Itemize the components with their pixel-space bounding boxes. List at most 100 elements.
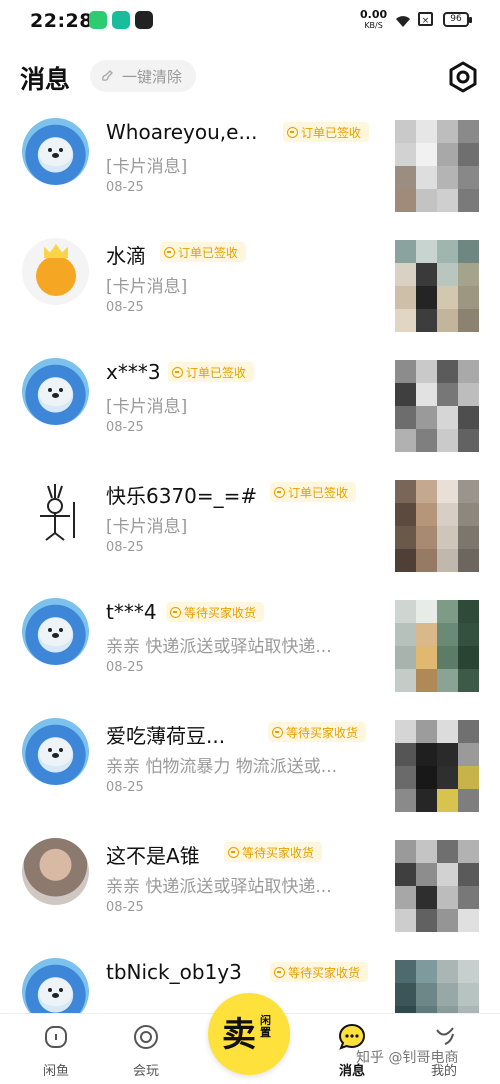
sell-button[interactable]: 卖 闲置 bbox=[208, 993, 290, 1075]
seal-avatar[interactable] bbox=[22, 598, 89, 665]
conversation-row[interactable]: 快乐6370=_=# 订单已签收 [卡片消息] 08-25 bbox=[0, 470, 500, 590]
sketch-avatar[interactable] bbox=[22, 478, 89, 545]
thumbnail-pixel bbox=[437, 286, 458, 309]
settings-icon[interactable] bbox=[446, 60, 480, 94]
wechat-notification-icon bbox=[89, 11, 107, 29]
item-thumbnail[interactable] bbox=[395, 240, 479, 332]
thumbnail-pixel bbox=[416, 669, 437, 692]
thumbnail-pixel bbox=[458, 766, 479, 789]
thumbnail-pixel bbox=[395, 286, 416, 309]
thumbnail-pixel bbox=[416, 406, 437, 429]
thumbnail-pixel bbox=[458, 166, 479, 189]
seal-avatar[interactable] bbox=[22, 118, 89, 185]
order-status-badge: 订单已签收 bbox=[270, 482, 357, 502]
contact-name: t***4 bbox=[106, 600, 157, 624]
order-status-badge: 等待买家收货 bbox=[224, 842, 323, 862]
thumbnail-pixel bbox=[395, 263, 416, 286]
thumbnail-pixel bbox=[395, 863, 416, 886]
thumbnail-pixel bbox=[437, 840, 458, 863]
thumbnail-pixel bbox=[458, 429, 479, 452]
thumbnail-pixel bbox=[437, 720, 458, 743]
thumbnail-pixel bbox=[458, 840, 479, 863]
status-icon bbox=[170, 606, 181, 618]
thumbnail-pixel bbox=[458, 720, 479, 743]
thumbnail-pixel bbox=[416, 360, 437, 383]
photo-avatar[interactable] bbox=[22, 838, 89, 905]
thumbnail-pixel bbox=[416, 120, 437, 143]
thumbnail-pixel bbox=[458, 240, 479, 263]
thumbnail-pixel bbox=[395, 503, 416, 526]
item-thumbnail[interactable] bbox=[395, 600, 479, 692]
thumbnail-pixel bbox=[395, 143, 416, 166]
tab-play[interactable]: 会玩 bbox=[106, 1022, 186, 1079]
item-thumbnail[interactable] bbox=[395, 840, 479, 932]
conversation-row[interactable]: t***4 等待买家收货 亲亲 快递派送或驿站取快递... 08-25 bbox=[0, 590, 500, 710]
conversation-row[interactable]: Whoareyou,e... 订单已签收 [卡片消息] 08-25 bbox=[0, 110, 500, 230]
thumbnail-pixel bbox=[437, 909, 458, 932]
thumbnail-pixel bbox=[416, 143, 437, 166]
thumbnail-pixel bbox=[395, 360, 416, 383]
thumbnail-pixel bbox=[395, 166, 416, 189]
conversation-row[interactable]: 水滴 订单已签收 [卡片消息] 08-25 bbox=[0, 230, 500, 350]
status-icon bbox=[272, 726, 283, 738]
message-date: 08-25 bbox=[106, 660, 144, 675]
thumbnail-pixel bbox=[458, 909, 479, 932]
thumbnail-pixel bbox=[395, 743, 416, 766]
contact-name: 这不是A锥 bbox=[106, 844, 200, 868]
thumbnail-pixel bbox=[437, 503, 458, 526]
order-status-badge: 等待买家收货 bbox=[166, 602, 265, 622]
item-thumbnail[interactable] bbox=[395, 720, 479, 812]
thumbnail-pixel bbox=[416, 549, 437, 572]
thumbnail-pixel bbox=[395, 120, 416, 143]
thumbnail-pixel bbox=[416, 886, 437, 909]
thumbnail-pixel bbox=[437, 360, 458, 383]
home-icon bbox=[45, 1026, 67, 1048]
thumbnail-pixel bbox=[437, 743, 458, 766]
contact-name: Whoareyou,e... bbox=[106, 120, 258, 144]
thumbnail-pixel bbox=[395, 669, 416, 692]
network-speed-unit: KB/S bbox=[364, 21, 383, 30]
thumbnail-pixel bbox=[416, 909, 437, 932]
thumbnail-pixel bbox=[458, 526, 479, 549]
status-icon bbox=[287, 126, 298, 138]
thumbnail-pixel bbox=[395, 983, 416, 1006]
item-thumbnail[interactable] bbox=[395, 360, 479, 452]
sketch-figure-icon bbox=[40, 484, 75, 541]
thumbnail-pixel bbox=[437, 886, 458, 909]
thumbnail-pixel bbox=[416, 863, 437, 886]
thumbnail-pixel bbox=[458, 120, 479, 143]
thumbnail-pixel bbox=[437, 429, 458, 452]
conversation-row[interactable]: x***3 订单已签收 [卡片消息] 08-25 bbox=[0, 350, 500, 470]
message-preview: [卡片消息] bbox=[106, 157, 188, 177]
seal-avatar[interactable] bbox=[22, 718, 89, 785]
thumbnail-pixel bbox=[458, 743, 479, 766]
thumbnail-pixel bbox=[395, 646, 416, 669]
item-thumbnail[interactable] bbox=[395, 480, 479, 572]
conversation-row[interactable]: 这不是A锥 等待买家收货 亲亲 快递派送或驿站取快递... 08-25 bbox=[0, 830, 500, 950]
order-status-label: 订单已签收 bbox=[178, 245, 239, 260]
thumbnail-pixel bbox=[437, 669, 458, 692]
network-speed-value: 0.00 bbox=[360, 8, 388, 21]
clear-all-button[interactable]: 一键清除 bbox=[90, 60, 197, 92]
status-icon bbox=[164, 246, 175, 258]
orange-avatar[interactable] bbox=[22, 238, 89, 305]
item-thumbnail[interactable] bbox=[395, 120, 479, 212]
order-status-badge: 等待买家收货 bbox=[268, 722, 367, 742]
clear-all-label: 一键清除 bbox=[122, 67, 183, 86]
thumbnail-pixel bbox=[458, 309, 479, 332]
message-preview: 亲亲 快递派送或驿站取快递... bbox=[106, 877, 332, 897]
thumbnail-pixel bbox=[437, 383, 458, 406]
thumbnail-pixel bbox=[395, 840, 416, 863]
thumbnail-pixel bbox=[416, 503, 437, 526]
seal-avatar[interactable] bbox=[22, 358, 89, 425]
thumbnail-pixel bbox=[437, 166, 458, 189]
thumbnail-pixel bbox=[437, 120, 458, 143]
thumbnail-pixel bbox=[395, 309, 416, 332]
thumbnail-pixel bbox=[437, 646, 458, 669]
tab-home[interactable]: 闲鱼 bbox=[16, 1022, 96, 1079]
contact-name: 爱吃薄荷豆... bbox=[106, 724, 226, 748]
thumbnail-pixel bbox=[458, 189, 479, 212]
conversation-row[interactable]: 爱吃薄荷豆... 等待买家收货 亲亲 怕物流暴力 物流派送或... 08-25 bbox=[0, 710, 500, 830]
thumbnail-pixel bbox=[437, 309, 458, 332]
message-date: 08-25 bbox=[106, 300, 144, 315]
